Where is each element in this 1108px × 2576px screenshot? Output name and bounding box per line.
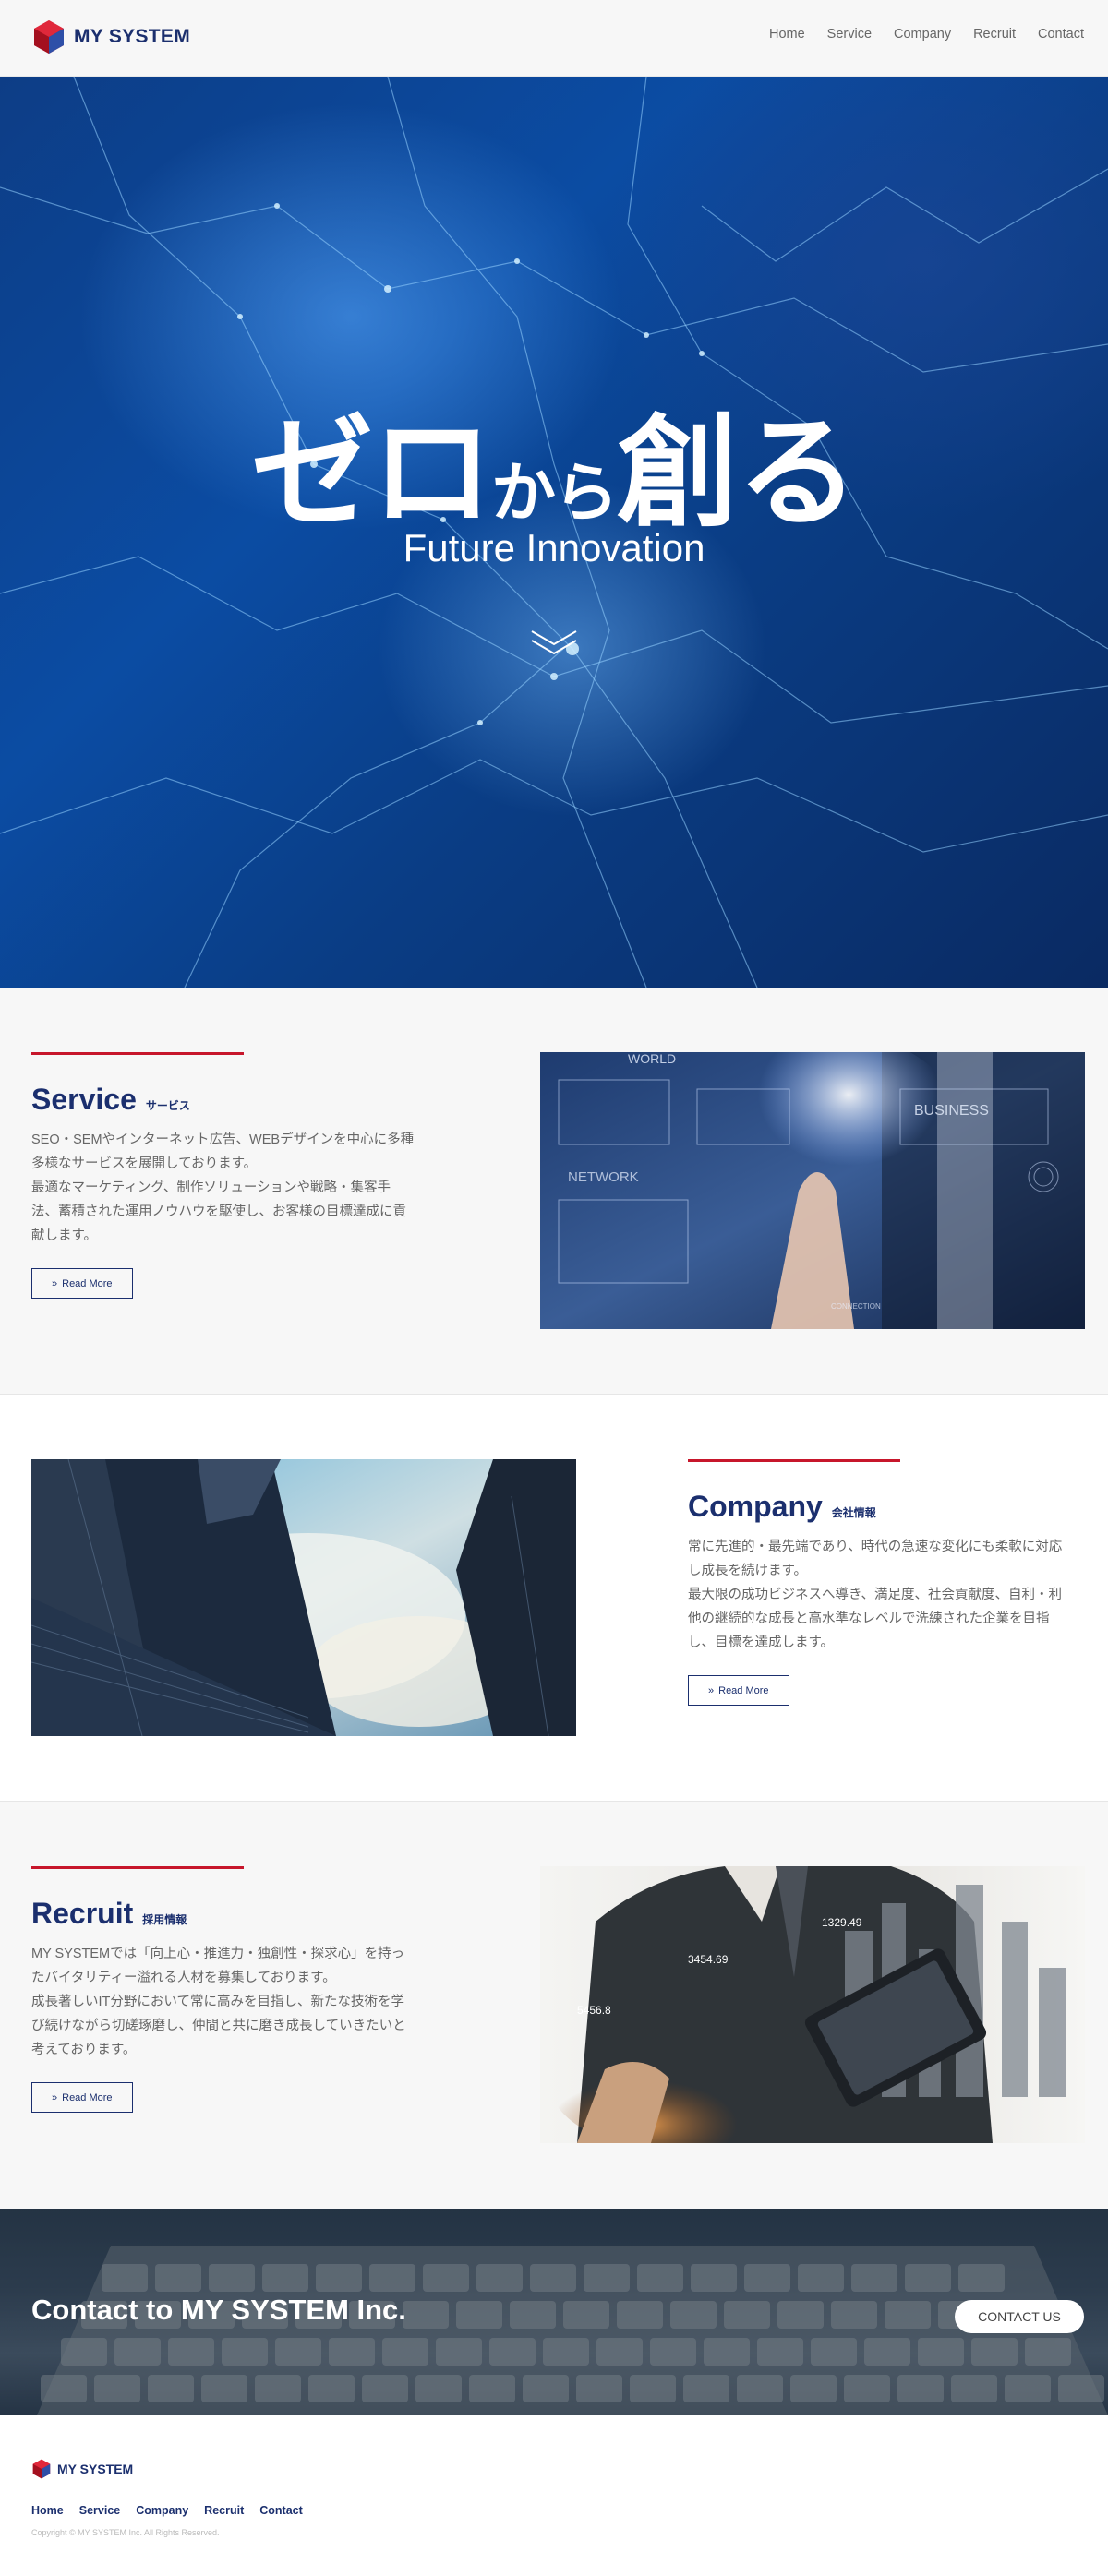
recruit-read-more-button[interactable]: » Read More (31, 2082, 133, 2113)
recruit-red-rule (31, 1866, 244, 1869)
footer-nav-home[interactable]: Home (31, 2504, 64, 2517)
company-description: 常に先進的・最先端であり、時代の急速な変化にも柔軟に対応 し成長を続けます。 最… (688, 1535, 1085, 1655)
hero-title-tsukuru: 創る (617, 405, 859, 541)
hero-title: ゼロから創る (0, 404, 1108, 543)
double-chevron-right-icon: » (52, 2091, 58, 2103)
recruit-desc-line: 考えております。 (31, 2043, 137, 2057)
recruit-desc-line: び続けながら切磋琢磨し、仲間と共に磨き成長していきたいと (31, 2019, 406, 2033)
recruit-title: Recruit (31, 1897, 134, 1930)
company-desc-line: 最大限の成功ビジネスへ導き、満足度、社会貢献度、自利・利 (688, 1588, 1062, 1602)
service-image: WORLD BUSINESS NETWORK CONNECTION (540, 1052, 1085, 1329)
company-red-rule (688, 1459, 900, 1462)
recruit-desc-line: MY SYSTEMでは「向上心・推進力・独創性・探求心」を持っ (31, 1947, 405, 1961)
service-section: Service サービス SEO・SEMやインターネット広告、WEBデザインを中… (0, 988, 1108, 1395)
businessman-tablet-illustration: 1329.49 3454.69 5456.8 (540, 1866, 1085, 2143)
nav-service[interactable]: Service (827, 27, 872, 42)
recruit-read-more-label: Read More (62, 2091, 113, 2103)
company-title: Company (688, 1490, 823, 1523)
footer-nav-contact[interactable]: Contact (259, 2504, 303, 2517)
hero-title-zero: ゼロ (251, 405, 493, 541)
world-label: WORLD (628, 1052, 676, 1066)
recruit-description: MY SYSTEMでは「向上心・推進力・独創性・探求心」を持っ たバイタリティー… (31, 1942, 428, 2062)
footer-logo[interactable]: MY SYSTEM (31, 2458, 133, 2480)
service-desc-line: 献します。 (31, 1228, 98, 1243)
company-desc-line: 常に先進的・最先端であり、時代の急速な変化にも柔軟に対応 (688, 1540, 1063, 1554)
site-logo[interactable]: MY SYSTEM (31, 18, 190, 55)
company-desc-line: し、目標を達成します。 (688, 1635, 835, 1650)
main-nav: Home Service Company Recruit Contact (747, 27, 1084, 42)
company-read-more-label: Read More (718, 1684, 769, 1696)
company-title-ja: 会社情報 (831, 1506, 876, 1519)
site-footer: MY SYSTEM Home Service Company Recruit C… (0, 2415, 1108, 2576)
company-desc-line: 他の継続的な成長と高水準なレベルで洗練された企業を目指 (688, 1611, 1050, 1626)
service-title-ja: サービス (145, 1099, 190, 1112)
double-chevron-down-icon[interactable] (528, 626, 580, 659)
recruit-text: Recruit 採用情報 MY SYSTEMでは「向上心・推進力・独創性・探求心… (31, 1866, 428, 2113)
company-image (31, 1459, 576, 1736)
service-red-rule (31, 1052, 244, 1055)
contact-banner: Contact to MY SYSTEM Inc. CONTACT US (0, 2209, 1108, 2415)
company-text: Company 会社情報 常に先進的・最先端であり、時代の急速な変化にも柔軟に対… (688, 1459, 1085, 1706)
contact-us-button[interactable]: CONTACT US (955, 2300, 1084, 2333)
footer-nav: Home Service Company Recruit Contact (31, 2504, 319, 2517)
connection-label: CONNECTION (831, 1302, 881, 1311)
service-desc-line: 法、蓄積された運用ノウハウを駆使し、お客様の目標達成に貢 (31, 1204, 406, 1219)
cube-logo-icon (34, 20, 64, 54)
footer-nav-service[interactable]: Service (79, 2504, 120, 2517)
network-label: NETWORK (568, 1169, 639, 1185)
recruit-desc-line: 成長著しいIT分野において常に高みを目指し、新たな技術を学 (31, 1995, 404, 2009)
service-read-more-label: Read More (62, 1277, 113, 1289)
footer-logo-text: MY SYSTEM (57, 2462, 134, 2476)
site-header: MY SYSTEM Home Service Company Recruit C… (0, 0, 1108, 77)
footer-nav-recruit[interactable]: Recruit (204, 2504, 244, 2517)
service-heading: Service サービス (31, 1083, 428, 1117)
business-label: BUSINESS (914, 1103, 989, 1119)
hero-title-kara: から (491, 457, 619, 529)
recruit-heading: Recruit 採用情報 (31, 1897, 428, 1931)
footer-nav-company[interactable]: Company (136, 2504, 188, 2517)
service-text: Service サービス SEO・SEMやインターネット広告、WEBデザインを中… (31, 1052, 428, 1299)
service-desc-line: 最適なマーケティング、制作ソリューションや戦略・集客手 (31, 1180, 391, 1195)
contact-title: Contact to MY SYSTEM Inc. (31, 2294, 406, 2326)
logo-text: MY SYSTEM (74, 26, 191, 47)
cube-logo-icon (32, 2459, 51, 2479)
double-chevron-right-icon: » (708, 1684, 715, 1696)
recruit-image: 1329.49 3454.69 5456.8 (540, 1866, 1085, 2143)
service-read-more-button[interactable]: » Read More (31, 1268, 133, 1299)
company-read-more-button[interactable]: » Read More (688, 1675, 789, 1706)
service-desc-line: SEO・SEMやインターネット広告、WEBデザインを中心に多種 (31, 1132, 415, 1147)
recruit-title-ja: 採用情報 (142, 1913, 187, 1926)
skyscrapers-illustration (31, 1459, 576, 1736)
service-title: Service (31, 1083, 137, 1116)
digital-touch-illustration: WORLD BUSINESS NETWORK CONNECTION (540, 1052, 1085, 1329)
company-section: Company 会社情報 常に先進的・最先端であり、時代の急速な変化にも柔軟に対… (0, 1395, 1108, 1802)
recruit-section: Recruit 採用情報 MY SYSTEMでは「向上心・推進力・独創性・探求心… (0, 1802, 1108, 2209)
service-desc-line: 多様なサービスを展開しております。 (31, 1156, 258, 1171)
service-description: SEO・SEMやインターネット広告、WEBデザインを中心に多種 多様なサービスを… (31, 1128, 428, 1248)
nav-home[interactable]: Home (769, 27, 805, 42)
recruit-desc-line: たバイタリティー溢れる人材を募集しております。 (31, 1971, 336, 1985)
nav-contact[interactable]: Contact (1038, 27, 1084, 42)
nav-company[interactable]: Company (894, 27, 951, 42)
stat-label-2: 3454.69 (688, 1953, 729, 1966)
company-desc-line: し成長を続けます。 (688, 1564, 808, 1578)
hero-subtitle: Future Innovation (403, 526, 705, 569)
copyright-text: Copyright © MY SYSTEM Inc. All Rights Re… (31, 2528, 220, 2537)
stat-label-3: 5456.8 (577, 2004, 611, 2017)
hero-banner: ゼロから創る Future Innovation (0, 77, 1108, 988)
stat-label-1: 1329.49 (822, 1916, 862, 1929)
nav-recruit[interactable]: Recruit (973, 27, 1016, 42)
double-chevron-right-icon: » (52, 1277, 58, 1289)
company-heading: Company 会社情報 (688, 1490, 1085, 1524)
